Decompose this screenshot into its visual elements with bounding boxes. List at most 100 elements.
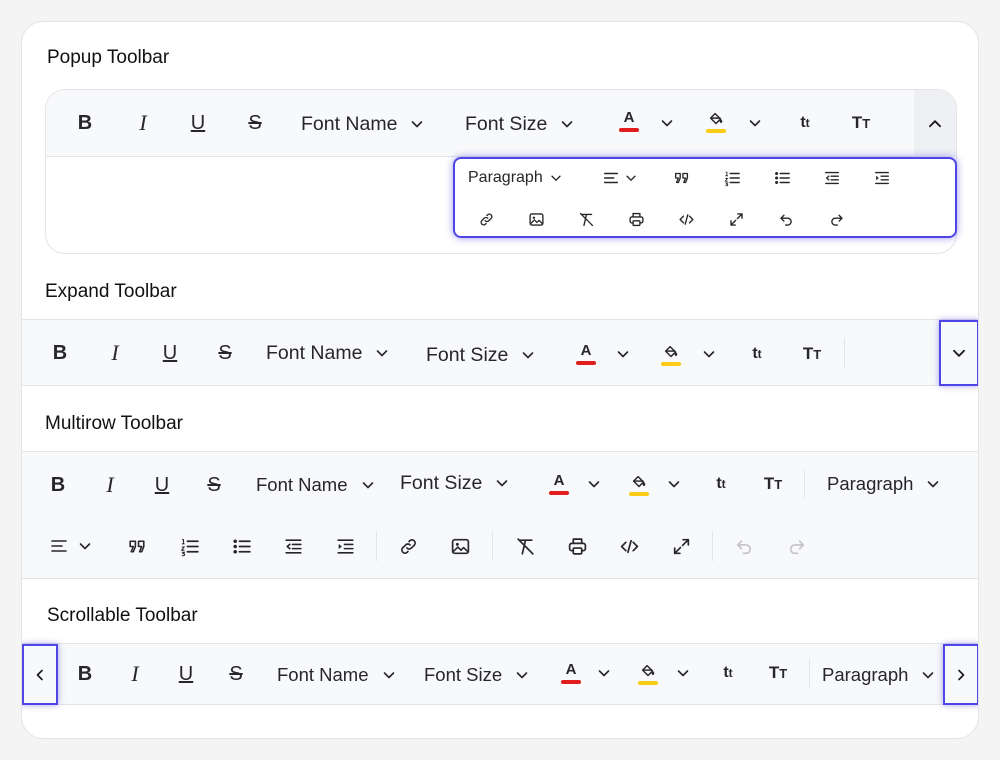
indent-button[interactable] (333, 534, 357, 558)
highlight-color-button[interactable] (660, 341, 682, 367)
outdent-icon (283, 536, 304, 557)
clear-format-button[interactable] (575, 208, 597, 230)
align-dropdown[interactable] (47, 534, 95, 558)
insert-image-button[interactable] (525, 208, 547, 230)
font-size-dropdown[interactable]: Font Size (424, 662, 530, 688)
font-size-dropdown[interactable]: Font Size (400, 470, 510, 496)
paragraph-dropdown[interactable]: Paragraph (827, 471, 941, 497)
font-color-dropdown-button[interactable] (612, 345, 634, 363)
unordered-list-button[interactable] (771, 167, 793, 189)
underline-button[interactable]: U (175, 661, 197, 687)
font-color-dropdown-button[interactable] (593, 664, 615, 682)
bold-button[interactable]: B (49, 340, 71, 366)
font-color-button[interactable]: A (560, 660, 582, 686)
blockquote-button[interactable] (671, 167, 693, 189)
font-color-button[interactable]: A (575, 341, 597, 367)
fullscreen-button[interactable] (725, 208, 747, 230)
fullscreen-button[interactable] (669, 534, 693, 558)
popup-toolbar: B I U S Font Name Font Size A tt TT (46, 90, 956, 157)
indent-button[interactable] (871, 167, 893, 189)
redo-button[interactable] (825, 208, 847, 230)
lowercase-button[interactable]: tt (708, 472, 734, 496)
chevron-up-icon (926, 115, 944, 133)
lowercase-button[interactable]: tt (715, 661, 741, 685)
uppercase-button[interactable]: TT (799, 342, 825, 366)
bold-button[interactable]: B (74, 661, 96, 687)
ordered-list-button[interactable] (721, 167, 743, 189)
font-name-dropdown[interactable]: Font Name (266, 340, 390, 366)
outdent-button[interactable] (821, 167, 843, 189)
highlight-dropdown-button[interactable] (698, 345, 720, 363)
outdent-button[interactable] (281, 534, 305, 558)
font-name-dropdown[interactable]: Font Name (277, 662, 397, 688)
clear-format-button[interactable] (513, 534, 537, 558)
insert-link-button[interactable] (396, 534, 420, 558)
font-color-button[interactable]: A (548, 471, 570, 497)
italic-button[interactable]: I (132, 109, 154, 137)
print-button[interactable] (565, 534, 589, 558)
font-color-button[interactable]: A (618, 108, 640, 134)
popup-overflow-panel: Paragraph (453, 157, 957, 238)
underline-button[interactable]: U (151, 472, 173, 498)
insert-link-button[interactable] (475, 208, 497, 230)
font-color-bar (619, 128, 639, 132)
indent-icon (335, 536, 356, 557)
strikethrough-button[interactable]: S (203, 472, 225, 498)
uppercase-button[interactable]: TT (765, 661, 791, 685)
toolbar-separator (492, 531, 493, 561)
highlight-dropdown-button[interactable] (672, 664, 694, 682)
font-color-dropdown-button[interactable] (656, 114, 678, 132)
scroll-right-button[interactable] (943, 644, 978, 705)
unordered-list-button[interactable] (229, 534, 253, 558)
chevron-down-icon (659, 115, 675, 131)
bold-button[interactable]: B (47, 472, 69, 498)
chevron-down-icon (701, 346, 717, 362)
scroll-left-button[interactable] (22, 644, 58, 705)
source-code-button[interactable] (675, 208, 697, 230)
highlight-color-button[interactable] (705, 108, 727, 134)
font-size-dropdown[interactable]: Font Size (426, 342, 536, 368)
undo-button[interactable] (775, 208, 797, 230)
expand-toolbar: B I U S Font Name Font Size A tt TT (22, 319, 978, 386)
highlight-dropdown-button[interactable] (663, 475, 685, 493)
underline-button[interactable]: U (159, 340, 181, 366)
underline-button[interactable]: U (187, 110, 209, 136)
ordered-list-icon (723, 169, 741, 187)
popup-collapse-button[interactable] (914, 90, 956, 157)
font-name-dropdown[interactable]: Font Name (301, 111, 425, 137)
italic-button[interactable]: I (104, 339, 126, 367)
strikethrough-button[interactable]: S (244, 110, 266, 136)
font-color-icon: A (580, 342, 592, 359)
source-code-button[interactable] (617, 534, 641, 558)
highlight-color-button[interactable] (637, 660, 659, 686)
insert-image-button[interactable] (448, 534, 472, 558)
uppercase-button[interactable]: TT (848, 111, 874, 135)
undo-button[interactable] (732, 534, 756, 558)
link-icon (478, 211, 495, 228)
uppercase-button[interactable]: TT (760, 472, 786, 496)
highlight-color-bar (706, 128, 726, 133)
redo-button[interactable] (784, 534, 808, 558)
italic-button[interactable]: I (99, 471, 121, 499)
italic-button[interactable]: I (124, 660, 146, 688)
align-dropdown[interactable] (600, 167, 640, 189)
highlight-color-button[interactable] (628, 471, 650, 497)
bold-button[interactable]: B (74, 110, 96, 136)
strikethrough-button[interactable]: S (225, 661, 247, 687)
lowercase-button[interactable]: tt (744, 342, 770, 366)
highlight-dropdown-button[interactable] (744, 114, 766, 132)
chevron-down-icon (374, 345, 390, 361)
font-color-dropdown-button[interactable] (583, 475, 605, 493)
strikethrough-button[interactable]: S (214, 340, 236, 366)
font-name-label: Font Name (256, 474, 348, 495)
expand-toggle-button[interactable] (939, 320, 978, 386)
paragraph-dropdown[interactable]: Paragraph (468, 167, 563, 189)
print-button[interactable] (625, 208, 647, 230)
blockquote-button[interactable] (125, 534, 149, 558)
font-name-dropdown[interactable]: Font Name (256, 472, 376, 498)
ordered-list-button[interactable] (177, 534, 201, 558)
font-size-dropdown[interactable]: Font Size (465, 111, 575, 137)
lowercase-button[interactable]: tt (792, 111, 818, 135)
paragraph-dropdown[interactable]: Paragraph (822, 662, 936, 688)
chevron-down-icon (381, 667, 397, 683)
